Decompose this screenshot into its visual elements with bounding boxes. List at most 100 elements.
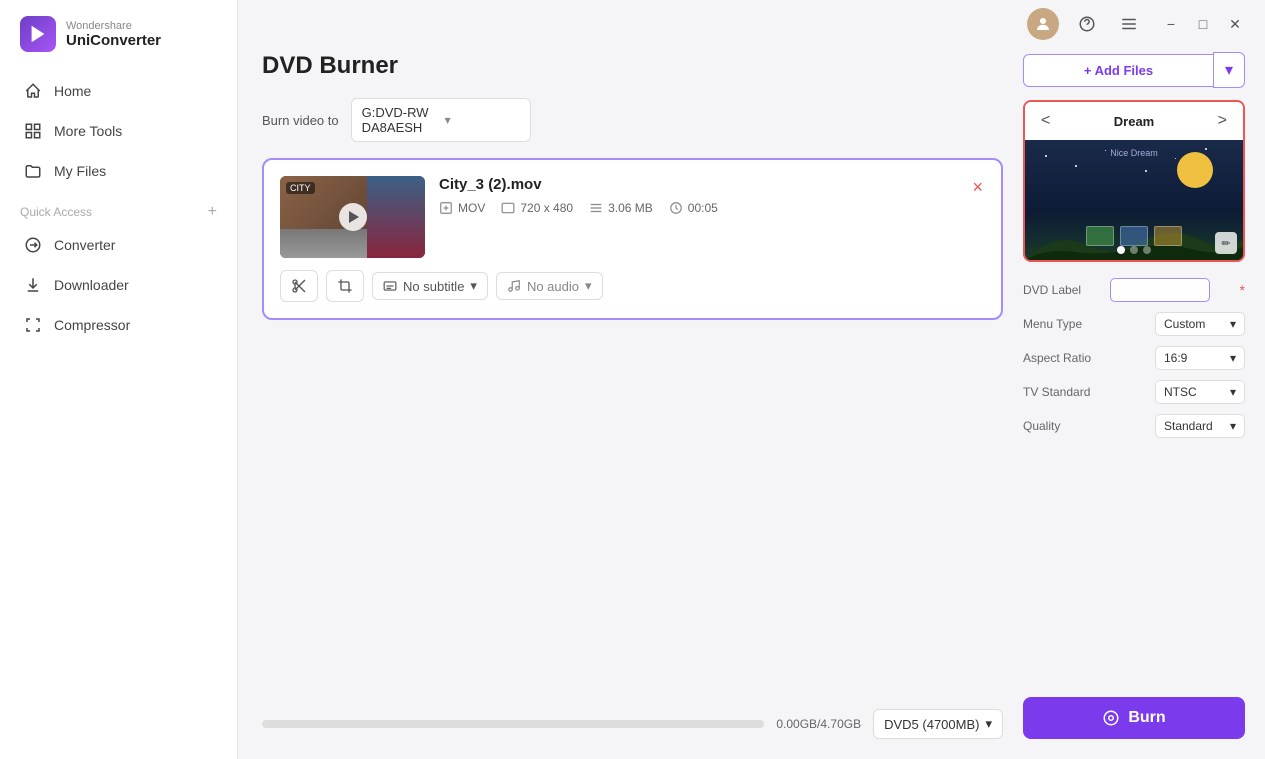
quick-access-section: Quick Access + — [0, 190, 237, 226]
sidebar-item-my-files-label: My Files — [54, 163, 106, 179]
content-area: DVD Burner Burn video to G:DVD-RW DA8AES… — [238, 48, 1265, 759]
theme-dots — [1117, 246, 1151, 254]
page-title: DVD Burner — [262, 48, 1003, 80]
subtitle-chevron-icon: ▾ — [470, 278, 477, 294]
file-card: CITY City_3 (2).mov MOV — [262, 158, 1003, 320]
sidebar-item-more-tools-label: More Tools — [54, 123, 122, 139]
disc-type-select[interactable]: DVD5 (4700MB) ▾ — [873, 709, 1003, 739]
delete-file-button[interactable]: × — [970, 176, 985, 198]
theme-dot-1 — [1117, 246, 1125, 254]
bottom-bar: 0.00GB/4.70GB DVD5 (4700MB) ▾ — [262, 697, 1003, 739]
sidebar-item-compressor[interactable]: Compressor — [10, 306, 227, 344]
sidebar-item-converter-label: Converter — [54, 237, 115, 253]
sidebar-item-downloader-label: Downloader — [54, 277, 129, 293]
sidebar: Wondershare UniConverter Home More Tools… — [0, 0, 238, 759]
quick-access-label: Quick Access — [20, 205, 92, 219]
menu-type-row: Menu Type Custom ▾ — [1023, 312, 1245, 336]
tv-standard-select[interactable]: NTSC ▾ — [1155, 380, 1245, 404]
add-files-dropdown-icon: ▾ — [1225, 60, 1233, 80]
quality-row: Quality Standard ▾ — [1023, 414, 1245, 438]
logo-brand: Wondershare — [66, 20, 161, 32]
sidebar-item-downloader[interactable]: Downloader — [10, 266, 227, 304]
dvd-label-input[interactable] — [1110, 278, 1210, 302]
burn-button[interactable]: Burn — [1023, 697, 1245, 739]
sidebar-item-converter[interactable]: Converter — [10, 226, 227, 264]
support-icon[interactable] — [1073, 10, 1101, 38]
theme-preview: Nice Dream — [1025, 140, 1243, 260]
burn-to-label: Burn video to — [262, 113, 339, 128]
dvd-label-row: DVD Label * — [1023, 278, 1245, 302]
file-card-bottom: No subtitle ▾ No audio ▾ — [280, 270, 985, 302]
file-thumbnail: CITY — [280, 176, 425, 258]
trim-button[interactable] — [280, 270, 318, 302]
quick-access-add-btn[interactable]: + — [208, 204, 217, 220]
quick-access-nav: Converter Downloader Compressor — [0, 226, 237, 344]
add-files-row: + Add Files ▾ — [1023, 52, 1245, 88]
theme-prev-button[interactable]: < — [1035, 110, 1056, 132]
sidebar-item-home-label: Home — [54, 83, 91, 99]
minimize-button[interactable]: − — [1157, 10, 1185, 38]
quality-select[interactable]: Standard ▾ — [1155, 414, 1245, 438]
menu-type-select[interactable]: Custom ▾ — [1155, 312, 1245, 336]
theme-selector: < Dream > Nice Dream — [1023, 100, 1245, 262]
file-info: City_3 (2).mov MOV 720 x 480 — [439, 176, 956, 215]
file-size: 3.06 MB — [589, 201, 653, 215]
file-card-top: CITY City_3 (2).mov MOV — [280, 176, 985, 258]
sidebar-item-more-tools[interactable]: More Tools — [10, 112, 227, 150]
sidebar-item-home[interactable]: Home — [10, 72, 227, 110]
window-controls: − □ ✕ — [1157, 10, 1249, 38]
thumb-city-label: CITY — [286, 182, 315, 194]
audio-chevron-icon: ▾ — [585, 278, 592, 294]
menu-icon[interactable] — [1115, 10, 1143, 38]
quality-value: Standard — [1164, 419, 1213, 433]
logo-name: UniConverter — [66, 32, 161, 49]
topbar: − □ ✕ — [238, 0, 1265, 48]
theme-name: Dream — [1114, 114, 1154, 129]
add-files-label: + Add Files — [1084, 63, 1153, 78]
file-name: City_3 (2).mov — [439, 176, 956, 193]
audio-select[interactable]: No audio ▾ — [496, 272, 603, 300]
dvd-label-required: * — [1240, 282, 1245, 298]
main-area: − □ ✕ DVD Burner Burn video to G:DVD-RW … — [238, 0, 1265, 759]
file-format: MOV — [439, 201, 485, 215]
storage-progress-bar — [262, 720, 764, 728]
disc-type-value: DVD5 (4700MB) — [884, 717, 979, 732]
theme-edit-button[interactable]: ✏ — [1215, 232, 1237, 254]
aspect-ratio-label: Aspect Ratio — [1023, 351, 1091, 365]
theme-header: < Dream > — [1025, 102, 1243, 140]
theme-moon — [1177, 152, 1213, 188]
dvd-label-text: DVD Label — [1023, 283, 1081, 297]
theme-dot-3 — [1143, 246, 1151, 254]
subtitle-select[interactable]: No subtitle ▾ — [372, 272, 488, 300]
close-button[interactable]: ✕ — [1221, 10, 1249, 38]
disc-chevron-icon: ▾ — [985, 716, 992, 732]
add-files-button[interactable]: + Add Files — [1023, 54, 1213, 87]
tv-standard-chevron-icon: ▾ — [1230, 385, 1236, 399]
menu-type-label: Menu Type — [1023, 317, 1082, 331]
crop-button[interactable] — [326, 270, 364, 302]
aspect-ratio-row: Aspect Ratio 16:9 ▾ — [1023, 346, 1245, 370]
right-panel: + Add Files ▾ < Dream > — [1023, 48, 1245, 739]
theme-next-button[interactable]: > — [1212, 110, 1233, 132]
drive-chevron-icon: ▾ — [445, 113, 520, 127]
drive-value: G:DVD-RW DA8AESH — [362, 105, 437, 135]
aspect-ratio-value: 16:9 — [1164, 351, 1187, 365]
user-avatar-icon[interactable] — [1027, 8, 1059, 40]
maximize-button[interactable]: □ — [1189, 10, 1217, 38]
thumb-play-button[interactable] — [339, 203, 367, 231]
settings-panel: DVD Label * Menu Type Custom ▾ Aspect Ra… — [1023, 274, 1245, 438]
aspect-ratio-select[interactable]: 16:9 ▾ — [1155, 346, 1245, 370]
drive-select[interactable]: G:DVD-RW DA8AESH ▾ — [351, 98, 531, 142]
theme-dot-2 — [1130, 246, 1138, 254]
burn-button-label: Burn — [1128, 709, 1165, 727]
left-panel: DVD Burner Burn video to G:DVD-RW DA8AES… — [262, 48, 1003, 739]
quality-label: Quality — [1023, 419, 1060, 433]
sidebar-item-my-files[interactable]: My Files — [10, 152, 227, 190]
sidebar-item-compressor-label: Compressor — [54, 317, 130, 333]
main-nav: Home More Tools My Files — [0, 72, 237, 190]
audio-value: No audio — [527, 279, 579, 294]
tv-standard-row: TV Standard NTSC ▾ — [1023, 380, 1245, 404]
aspect-ratio-chevron-icon: ▾ — [1230, 351, 1236, 365]
add-files-dropdown-button[interactable]: ▾ — [1213, 52, 1245, 88]
tv-standard-label: TV Standard — [1023, 385, 1090, 399]
